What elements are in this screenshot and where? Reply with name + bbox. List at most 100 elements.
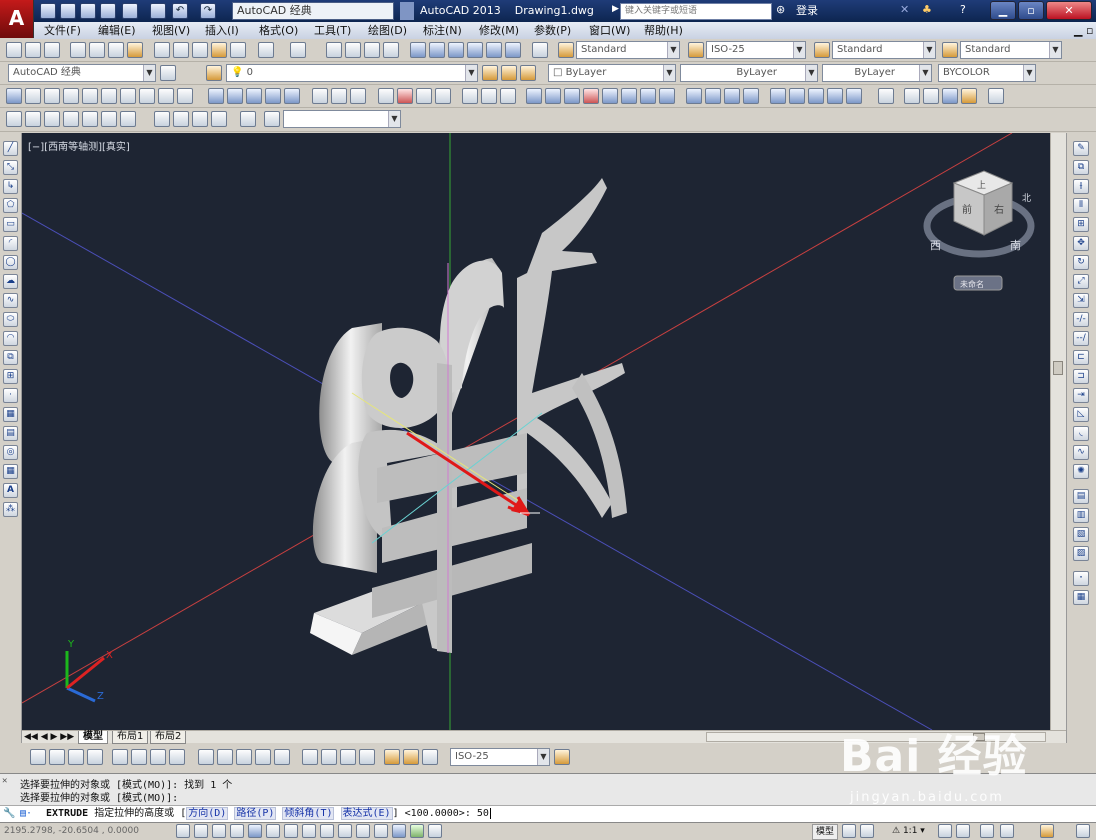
- lineweight-toggle-icon[interactable]: [356, 824, 370, 838]
- copy-object-icon[interactable]: ⧉: [1073, 160, 1089, 175]
- bottom-view-icon[interactable]: [25, 111, 41, 127]
- tolerance-icon[interactable]: [302, 749, 318, 765]
- ellipse-arc-icon[interactable]: ◠: [3, 331, 18, 346]
- text-to-front-icon[interactable]: ꞏ: [1073, 571, 1089, 586]
- draworder-back-icon[interactable]: ▥: [1073, 508, 1089, 523]
- polyline-icon[interactable]: ↳: [3, 179, 18, 194]
- subtract-2-icon[interactable]: [481, 88, 497, 104]
- menu-file[interactable]: 文件(F): [44, 23, 81, 38]
- sweep-icon[interactable]: [246, 88, 262, 104]
- move-icon[interactable]: ✥: [1073, 236, 1089, 251]
- revcloud-icon[interactable]: ☁: [3, 274, 18, 289]
- exchange-icon[interactable]: ✕: [900, 3, 909, 16]
- paste-icon[interactable]: [192, 42, 208, 58]
- help-tool-icon[interactable]: [532, 42, 548, 58]
- 3d-dwf-icon[interactable]: [127, 42, 143, 58]
- save-as-icon[interactable]: [100, 3, 116, 19]
- close-cmd-icon[interactable]: ✕: [2, 776, 7, 786]
- search-input[interactable]: 键入关键字或短语: [620, 3, 772, 20]
- view-select-icon[interactable]: [264, 111, 280, 127]
- menu-help[interactable]: 帮助(H): [644, 23, 683, 38]
- thicken-icon[interactable]: [846, 88, 862, 104]
- presspull-icon[interactable]: [227, 88, 243, 104]
- circle-icon[interactable]: ◯: [3, 255, 18, 270]
- menu-draw[interactable]: 绘图(D): [368, 23, 407, 38]
- extrude-icon[interactable]: [208, 88, 224, 104]
- publish-file-icon[interactable]: [108, 42, 124, 58]
- menu-tools[interactable]: 工具(T): [314, 23, 351, 38]
- workspace-dropdown[interactable]: AutoCAD 经典: [232, 2, 394, 20]
- autoscale-icon[interactable]: [956, 824, 970, 838]
- am-icon[interactable]: [428, 824, 442, 838]
- dim-edit-icon[interactable]: [384, 749, 400, 765]
- dyn-icon[interactable]: [338, 824, 352, 838]
- workspace-select[interactable]: AutoCAD 经典 ▼: [8, 64, 156, 82]
- trim-icon[interactable]: -/-: [1073, 312, 1089, 327]
- plot-icon[interactable]: [150, 3, 166, 19]
- check-icon[interactable]: [808, 88, 824, 104]
- aligned-dim-icon[interactable]: [49, 749, 65, 765]
- planar-surface-icon[interactable]: [177, 88, 193, 104]
- help-icon[interactable]: ?: [960, 3, 966, 16]
- workspace-switch-icon[interactable]: [980, 824, 994, 838]
- jogged-dim-icon[interactable]: [131, 749, 147, 765]
- dim-text-edit-icon[interactable]: [403, 749, 419, 765]
- spline-icon[interactable]: ∿: [3, 293, 18, 308]
- inspection-icon[interactable]: [340, 749, 356, 765]
- copy-faces-icon[interactable]: [640, 88, 656, 104]
- sheet-set-icon[interactable]: [467, 42, 483, 58]
- 3d-array-icon[interactable]: [435, 88, 451, 104]
- extruded-solid[interactable]: [310, 178, 627, 655]
- slice-icon[interactable]: [827, 88, 843, 104]
- snap-icon[interactable]: [194, 824, 208, 838]
- command-input[interactable]: 50: [477, 808, 489, 819]
- tool-palettes-icon[interactable]: [448, 42, 464, 58]
- insert-block-icon[interactable]: ⧉: [3, 350, 18, 365]
- hatch-icon[interactable]: ▦: [3, 407, 18, 422]
- zoom-window-icon[interactable]: [364, 42, 380, 58]
- make-current-layer-icon[interactable]: [482, 65, 498, 81]
- menu-dimension[interactable]: 标注(N): [423, 23, 462, 38]
- chamfer-icon[interactable]: ◺: [1073, 407, 1089, 422]
- color-select[interactable]: □ ByLayer ▼: [548, 64, 676, 82]
- visual-style-manager-icon[interactable]: [988, 88, 1004, 104]
- stretch-icon[interactable]: ⇲: [1073, 293, 1089, 308]
- dim-style-bottom-select[interactable]: ISO-25 ▼: [450, 748, 550, 766]
- make-block-icon[interactable]: ⊞: [3, 369, 18, 384]
- join-icon[interactable]: ⇥: [1073, 388, 1089, 403]
- realistic-icon[interactable]: [942, 88, 958, 104]
- workspace-settings-icon[interactable]: [160, 65, 176, 81]
- polygon-icon[interactable]: ⬠: [3, 198, 18, 213]
- revolve-icon[interactable]: [265, 88, 281, 104]
- rotate-faces-icon[interactable]: [602, 88, 618, 104]
- option-direction[interactable]: 方向(D): [186, 807, 229, 820]
- zoom-realtime-icon[interactable]: [345, 42, 361, 58]
- copy-icon[interactable]: [173, 42, 189, 58]
- publish-icon[interactable]: [122, 3, 138, 19]
- move-faces-icon[interactable]: [545, 88, 561, 104]
- maximize-button[interactable]: ▫: [1018, 1, 1044, 20]
- separate-icon[interactable]: [770, 88, 786, 104]
- 3d-align-icon[interactable]: [416, 88, 432, 104]
- sphere-icon[interactable]: [82, 88, 98, 104]
- se-iso-icon[interactable]: [154, 111, 170, 127]
- array-icon[interactable]: ⊞: [1073, 217, 1089, 232]
- arc-icon[interactable]: ◜: [3, 236, 18, 251]
- menu-modify[interactable]: 修改(M): [479, 23, 519, 38]
- construction-line-icon[interactable]: ⤡: [3, 160, 18, 175]
- fillet-icon[interactable]: ◟: [1073, 426, 1089, 441]
- top-view-icon[interactable]: [6, 111, 22, 127]
- box-icon[interactable]: [25, 88, 41, 104]
- redo-tool-icon[interactable]: [290, 42, 306, 58]
- pan-icon[interactable]: [326, 42, 342, 58]
- scroll-thumb[interactable]: [1053, 361, 1063, 375]
- tab-layout1[interactable]: 布局1: [112, 731, 149, 744]
- visual-style-icon[interactable]: [878, 88, 894, 104]
- redo-icon[interactable]: ↷: [200, 3, 216, 19]
- coordinates-readout[interactable]: 2195.2798, -20.6504 , 0.0000: [4, 823, 139, 840]
- model-toggle[interactable]: 模型: [812, 824, 839, 840]
- front-view-icon[interactable]: [82, 111, 98, 127]
- point-icon[interactable]: ·: [3, 388, 18, 403]
- cone-icon[interactable]: [63, 88, 79, 104]
- continue-dim-icon[interactable]: [236, 749, 252, 765]
